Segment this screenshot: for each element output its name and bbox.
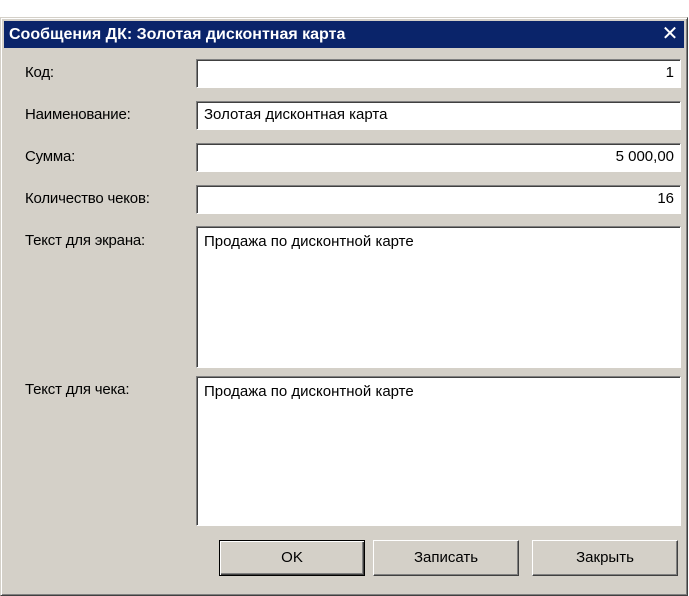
dialog-window: Сообщения ДК: Золотая дисконтная карта ✕… xyxy=(0,17,688,596)
receipts-count-field[interactable]: 16 xyxy=(196,185,681,214)
title-bar[interactable]: Сообщения ДК: Золотая дисконтная карта ✕ xyxy=(4,21,684,48)
save-button[interactable]: Записать xyxy=(373,540,519,576)
sum-label: Сумма: xyxy=(25,148,76,165)
name-label: Наименование: xyxy=(25,106,131,123)
ok-button[interactable]: OK xyxy=(219,540,365,576)
receipt-text-area[interactable]: Продажа по дисконтной карте xyxy=(196,376,681,526)
code-field[interactable]: 1 xyxy=(196,59,681,88)
close-icon[interactable]: ✕ xyxy=(658,23,682,45)
name-field[interactable]: Золотая дисконтная карта xyxy=(196,101,681,130)
window-title: Сообщения ДК: Золотая дисконтная карта xyxy=(9,26,346,43)
screen-text-label: Текст для экрана: xyxy=(25,232,146,249)
screen-text-area[interactable]: Продажа по дисконтной карте xyxy=(196,226,681,368)
receipt-text-label: Текст для чека: xyxy=(25,381,130,398)
sum-field[interactable]: 5 000,00 xyxy=(196,143,681,172)
close-button[interactable]: Закрыть xyxy=(532,540,678,576)
code-label: Код: xyxy=(25,64,54,81)
receipts-count-label: Количество чеков: xyxy=(25,190,150,207)
